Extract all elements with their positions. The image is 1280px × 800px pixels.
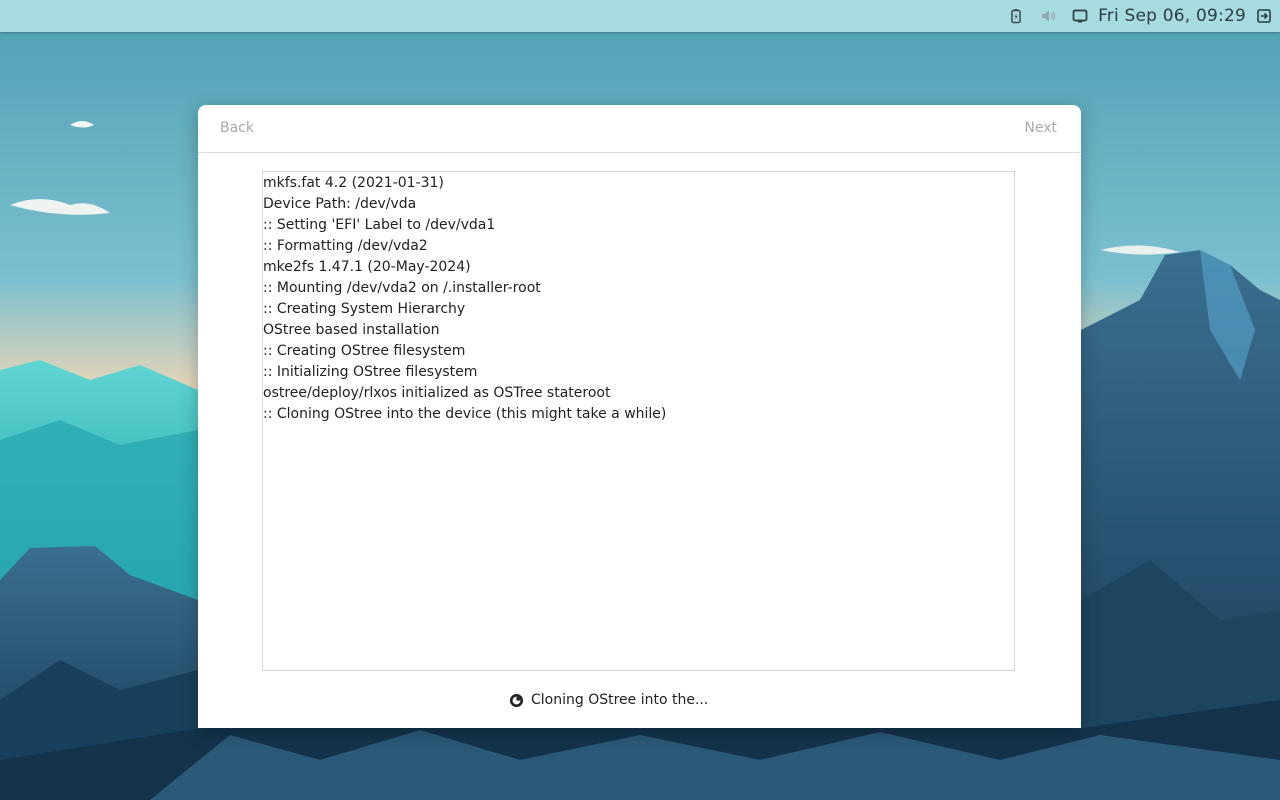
system-tray: Fri Sep 06, 09:29 — [992, 0, 1280, 32]
log-line: Device Path: /dev/vda — [263, 196, 417, 212]
log-line: ostree/deploy/rlxos initialized as OSTre… — [263, 385, 611, 401]
status-text: Cloning OStree into the... — [531, 692, 709, 708]
install-log-view[interactable]: mkfs.fat 4.2 (2021-01-31) Device Path: /… — [262, 171, 1015, 671]
log-line: mkfs.fat 4.2 (2021-01-31) — [263, 175, 444, 191]
next-button[interactable]: Next — [1024, 120, 1057, 136]
log-line: :: Creating System Hierarchy — [263, 301, 466, 317]
log-line: :: Creating OStree filesystem — [263, 343, 466, 359]
log-line: :: Cloning OStree into the device (this … — [263, 406, 667, 422]
display-icon[interactable] — [1072, 8, 1088, 24]
log-line: :: Formatting /dev/vda2 — [263, 238, 428, 254]
log-line: :: Setting 'EFI' Label to /dev/vda1 — [263, 217, 496, 233]
back-button[interactable]: Back — [220, 120, 254, 136]
volume-icon[interactable] — [1040, 8, 1056, 24]
battery-icon[interactable] — [1008, 8, 1024, 24]
clock[interactable]: Fri Sep 06, 09:29 — [1098, 6, 1246, 26]
log-line: :: Initializing OStree filesystem — [263, 364, 478, 380]
installer-window: Back Next mkfs.fat 4.2 (2021-01-31) Devi… — [198, 105, 1081, 728]
log-line: mke2fs 1.47.1 (20-May-2024) — [263, 259, 471, 275]
progress-status: Cloning OStree into the... — [509, 689, 708, 711]
log-line: OStree based installation — [263, 322, 440, 338]
installer-header: Back Next — [198, 105, 1081, 153]
top-panel: Fri Sep 06, 09:29 — [0, 0, 1280, 32]
logout-icon[interactable] — [1256, 8, 1272, 24]
spinner-icon — [509, 693, 524, 707]
log-line: :: Mounting /dev/vda2 on /.installer-roo… — [263, 280, 541, 296]
